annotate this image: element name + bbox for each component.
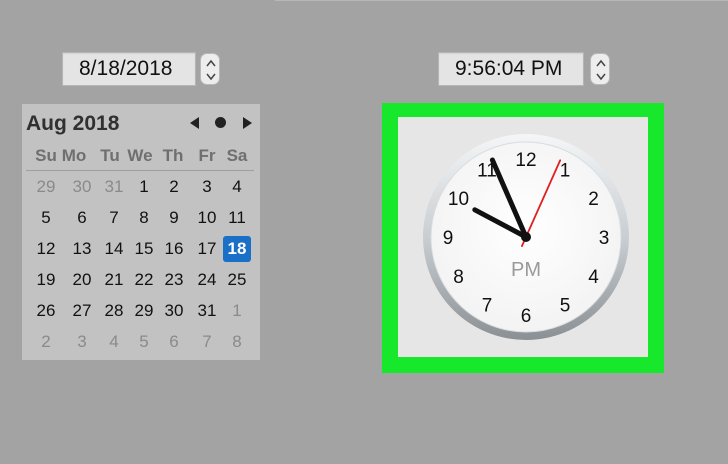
- weekday-label: Th: [162, 146, 184, 165]
- calendar-day[interactable]: 16: [160, 236, 188, 262]
- calendar-day[interactable]: 8: [223, 329, 251, 355]
- calendar-day[interactable]: 1: [223, 298, 251, 324]
- calendar-day[interactable]: 15: [130, 236, 158, 262]
- calendar-day[interactable]: 6: [68, 205, 96, 231]
- calendar-grid: 29 30 31 1 2 3 4 5 6 7 8 9 10 11 12 13 14 15 16 17 18 19 20 21 2…: [22, 174, 260, 360]
- dot-icon[interactable]: [215, 117, 226, 128]
- clock-center-pin: [521, 232, 531, 242]
- calendar-day[interactable]: 9: [160, 205, 188, 231]
- calendar-day[interactable]: 24: [193, 267, 221, 293]
- calendar-day[interactable]: 18: [223, 236, 251, 262]
- calendar-day[interactable]: 25: [223, 267, 251, 293]
- stepper-arrows-icon: [596, 59, 606, 81]
- weekday-label: Sa: [226, 146, 248, 165]
- clock-number: 12: [515, 150, 536, 171]
- clock-number: 10: [448, 189, 469, 210]
- calendar-day[interactable]: 4: [100, 329, 128, 355]
- calendar-day[interactable]: 29: [130, 298, 158, 324]
- calendar-day[interactable]: 6: [160, 329, 188, 355]
- analog-clock: 12 1234567891011 PM: [423, 134, 629, 340]
- calendar-day[interactable]: 1: [130, 174, 158, 200]
- calendar-day[interactable]: 17: [193, 236, 221, 262]
- calendar-month-label: Aug 2018: [26, 112, 120, 135]
- clock-number: 3: [599, 228, 610, 249]
- calendar-day[interactable]: 2: [32, 329, 60, 355]
- time-stepper[interactable]: [590, 53, 610, 85]
- calendar-day[interactable]: 30: [160, 298, 188, 324]
- calendar-day[interactable]: 7: [100, 205, 128, 231]
- calendar-day[interactable]: 4: [223, 174, 251, 200]
- time-field[interactable]: 9:56:04 PM: [438, 52, 584, 86]
- calendar-day[interactable]: 19: [32, 267, 60, 293]
- calendar-divider: [26, 170, 254, 171]
- calendar-day[interactable]: 12: [32, 236, 60, 262]
- calendar-day[interactable]: 10: [193, 205, 221, 231]
- clock-number: 9: [443, 228, 454, 249]
- calendar-day[interactable]: 3: [68, 329, 96, 355]
- calendar-day[interactable]: 3: [193, 174, 221, 200]
- calendar-day[interactable]: 13: [68, 236, 96, 262]
- highlight-frame: 12 1 2 3 4 5 6 7 8 9 10 11 PM: [382, 103, 664, 373]
- calendar-day[interactable]: 22: [130, 267, 158, 293]
- weekday-label: Tu: [100, 146, 120, 165]
- triangle-left-icon[interactable]: [190, 117, 199, 129]
- weekday-label: We: [127, 146, 153, 165]
- clock-panel: 12 1 2 3 4 5 6 7 8 9 10 11 PM: [398, 117, 648, 357]
- calendar-day[interactable]: 5: [130, 329, 158, 355]
- calendar-day[interactable]: 29: [32, 174, 60, 200]
- calendar-day[interactable]: 31: [100, 174, 128, 200]
- calendar-day[interactable]: 30: [68, 174, 96, 200]
- calendar-day[interactable]: 23: [160, 267, 188, 293]
- calendar-day[interactable]: 27: [68, 298, 96, 324]
- calendar: Aug 2018 Su Mo Tu We Th Fr Sa 29 30 31 1 2 3 4 5 6 7 8 9 1…: [22, 104, 260, 360]
- calendar-day[interactable]: 7: [193, 329, 221, 355]
- weekday-header: Su Mo Tu We Th Fr Sa: [22, 146, 260, 170]
- top-divider: [275, 0, 728, 1]
- clock-number: 5: [560, 296, 571, 317]
- clock-number: 4: [588, 267, 599, 288]
- calendar-day[interactable]: 21: [100, 267, 128, 293]
- calendar-day[interactable]: 26: [32, 298, 60, 324]
- weekday-label: Fr: [198, 146, 216, 165]
- calendar-day[interactable]: 8: [130, 205, 158, 231]
- stepper-arrows-icon: [206, 59, 216, 81]
- clock-period-label: PM: [511, 259, 541, 281]
- calendar-day[interactable]: 2: [160, 174, 188, 200]
- clock-number: 7: [482, 296, 493, 317]
- clock-number: 2: [588, 189, 599, 210]
- weekday-label: Mo: [61, 146, 87, 165]
- triangle-right-icon[interactable]: [243, 117, 252, 129]
- calendar-day[interactable]: 31: [193, 298, 221, 324]
- calendar-day[interactable]: 11: [223, 205, 251, 231]
- calendar-day[interactable]: 28: [100, 298, 128, 324]
- clock-number: 8: [453, 267, 464, 288]
- date-field[interactable]: 8/18/2018: [62, 52, 196, 86]
- calendar-day[interactable]: 14: [100, 236, 128, 262]
- clock-number: 1: [560, 161, 571, 182]
- clock-number: 6: [521, 306, 532, 327]
- date-stepper[interactable]: [200, 53, 220, 85]
- calendar-day[interactable]: 5: [32, 205, 60, 231]
- calendar-day[interactable]: 20: [68, 267, 96, 293]
